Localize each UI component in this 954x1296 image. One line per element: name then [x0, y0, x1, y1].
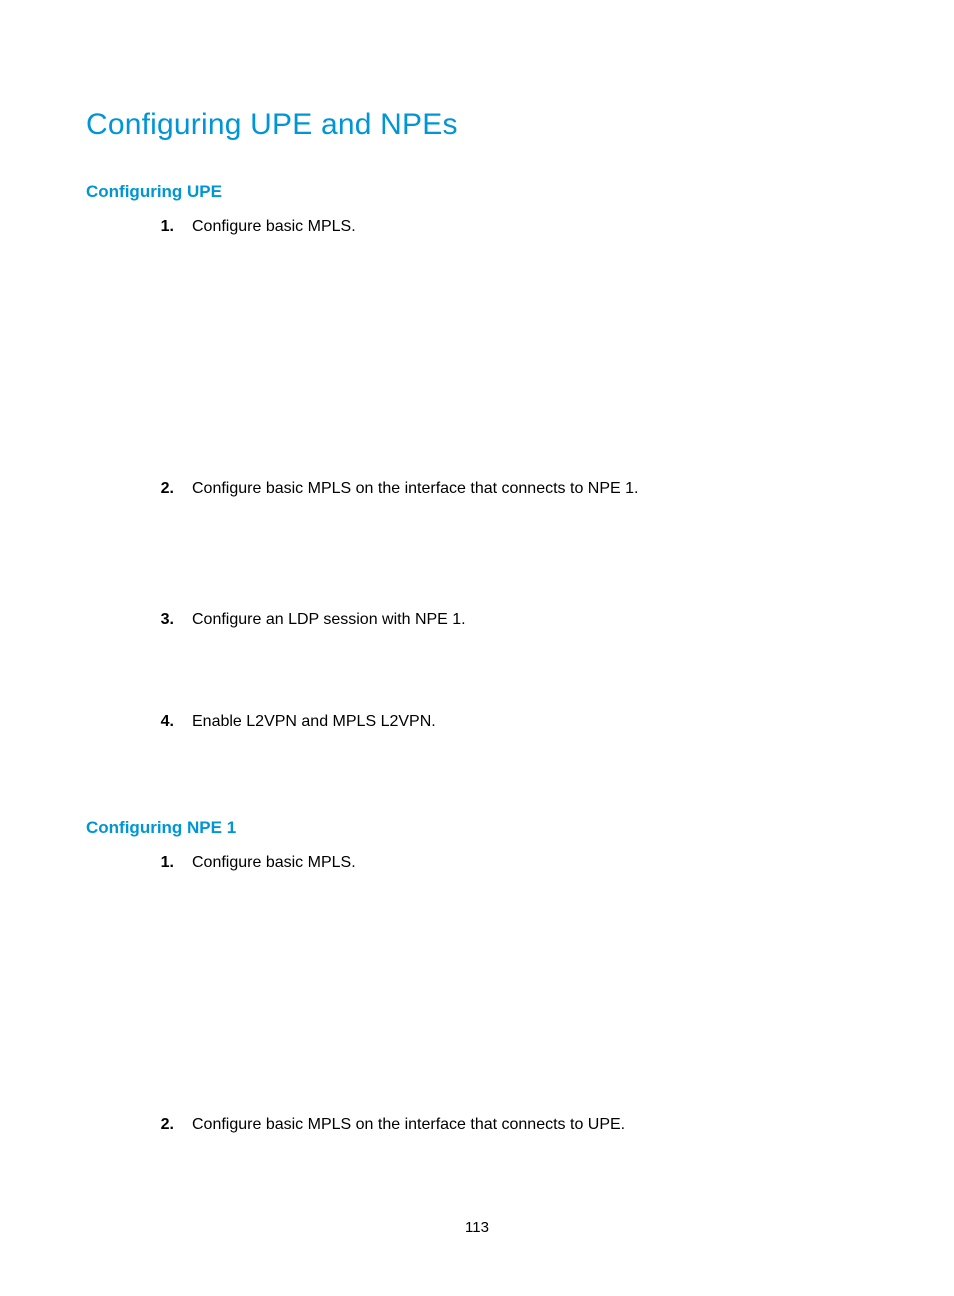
spacer — [86, 874, 868, 1114]
step-number: 2. — [86, 1114, 192, 1136]
spacer — [86, 238, 868, 478]
step-row: 1. Configure basic MPLS. — [86, 852, 868, 874]
step-row: 2. Configure basic MPLS on the interface… — [86, 1114, 868, 1136]
spacer — [86, 631, 868, 711]
step-row: 4. Enable L2VPN and MPLS L2VPN. — [86, 711, 868, 733]
spacer — [86, 1136, 868, 1156]
step-number: 4. — [86, 711, 192, 733]
section-heading: Configuring UPE — [86, 182, 868, 202]
step-row: 3. Configure an LDP session with NPE 1. — [86, 609, 868, 631]
section-heading: Configuring NPE 1 — [86, 818, 868, 838]
step-row: 1. Configure basic MPLS. — [86, 216, 868, 238]
page-content: Configuring UPE and NPEs Configuring UPE… — [86, 108, 868, 1296]
section-configuring-upe: Configuring UPE 1. Configure basic MPLS.… — [86, 182, 868, 818]
step-number: 1. — [86, 216, 192, 238]
step-number: 1. — [86, 852, 192, 874]
spacer — [86, 499, 868, 609]
section-configuring-npe-1: Configuring NPE 1 1. Configure basic MPL… — [86, 818, 868, 1155]
step-text: Configure an LDP session with NPE 1. — [192, 609, 868, 631]
page-title: Configuring UPE and NPEs — [86, 108, 868, 142]
step-number: 3. — [86, 609, 192, 631]
spacer — [86, 732, 868, 818]
step-text: Configure basic MPLS on the interface th… — [192, 1114, 868, 1136]
step-number: 2. — [86, 478, 192, 500]
step-row: 2. Configure basic MPLS on the interface… — [86, 478, 868, 500]
page-number: 113 — [0, 1219, 954, 1236]
step-text: Configure basic MPLS on the interface th… — [192, 478, 868, 500]
step-text: Configure basic MPLS. — [192, 852, 868, 874]
step-text: Configure basic MPLS. — [192, 216, 868, 238]
step-text: Enable L2VPN and MPLS L2VPN. — [192, 711, 868, 733]
